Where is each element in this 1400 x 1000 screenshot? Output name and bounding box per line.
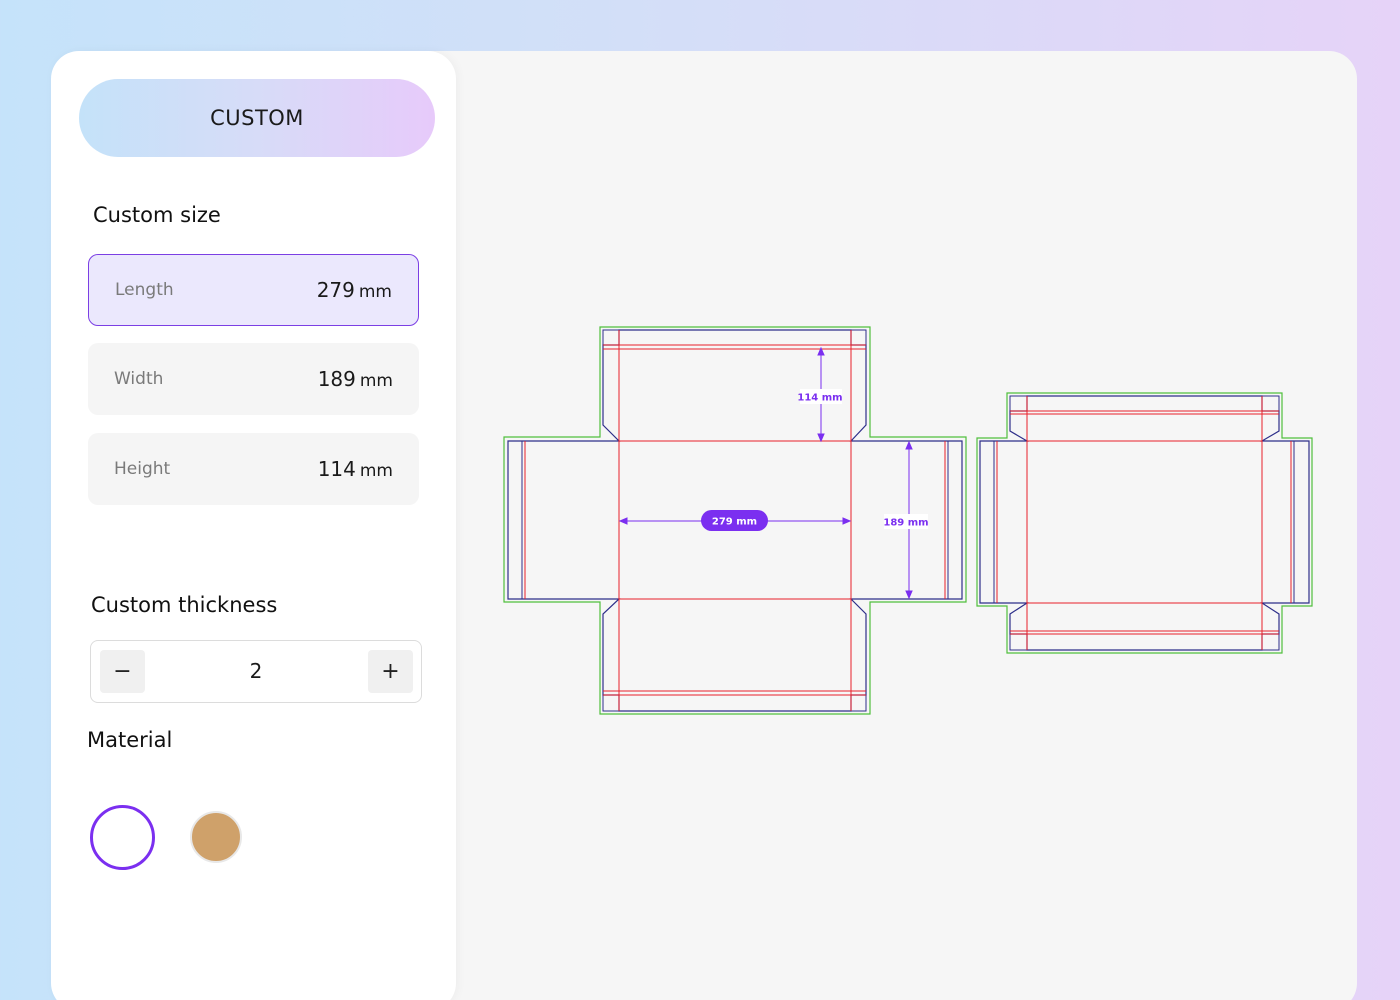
width-dimension-label: 189 mm: [883, 518, 928, 529]
sidebar-panel: CUSTOM Custom size Length 279 mm Width 18…: [51, 51, 456, 1000]
width-unit: mm: [359, 371, 393, 391]
length-label: Length: [115, 280, 174, 300]
height-value-group: 114 mm: [318, 457, 393, 481]
length-unit: mm: [358, 282, 392, 302]
custom-size-title: Custom size: [93, 203, 221, 227]
custom-thickness-title: Custom thickness: [91, 593, 278, 617]
width-value-group: 189 mm: [318, 367, 393, 391]
arrow-icon: [817, 433, 825, 443]
material-title: Material: [87, 728, 173, 752]
height-unit: mm: [359, 461, 393, 481]
length-value-group: 279 mm: [317, 278, 392, 302]
arrow-icon: [905, 440, 913, 450]
cut-corner: [850, 329, 867, 346]
cut-corner: [850, 694, 867, 712]
cut-corner: [1009, 633, 1028, 651]
cut-corner: [602, 694, 620, 712]
arrow-icon: [905, 590, 913, 600]
height-field[interactable]: Height 114 mm: [88, 433, 419, 505]
cut-corner: [1261, 633, 1280, 651]
length-field[interactable]: Length 279 mm: [88, 254, 419, 326]
dieline-flat: 279 mm 114 mm 189 mm: [503, 326, 967, 715]
width-value[interactable]: 189: [318, 367, 356, 391]
thickness-value[interactable]: 2: [151, 641, 361, 701]
decrease-thickness-button[interactable]: −: [100, 650, 145, 693]
height-dimension-label: 114 mm: [797, 393, 842, 404]
thickness-stepper: − 2 +: [90, 640, 422, 703]
height-value[interactable]: 114: [318, 457, 356, 481]
cut-corner: [1261, 395, 1280, 412]
width-field[interactable]: Width 189 mm: [88, 343, 419, 415]
width-label: Width: [114, 369, 164, 389]
length-value[interactable]: 279: [317, 278, 355, 302]
material-kraft-swatch[interactable]: [190, 811, 242, 863]
arrow-icon: [842, 517, 852, 525]
height-label: Height: [114, 459, 171, 479]
arrow-icon: [618, 517, 628, 525]
cut-corner: [1009, 395, 1028, 412]
cut-corner: [602, 329, 620, 346]
dieline-lid: [976, 392, 1313, 654]
material-white-swatch[interactable]: [90, 805, 155, 870]
custom-mode-button[interactable]: CUSTOM: [79, 79, 435, 157]
cut-outline: [979, 395, 1310, 651]
length-dimension-label: 279 mm: [712, 517, 757, 528]
increase-thickness-button[interactable]: +: [368, 650, 413, 693]
